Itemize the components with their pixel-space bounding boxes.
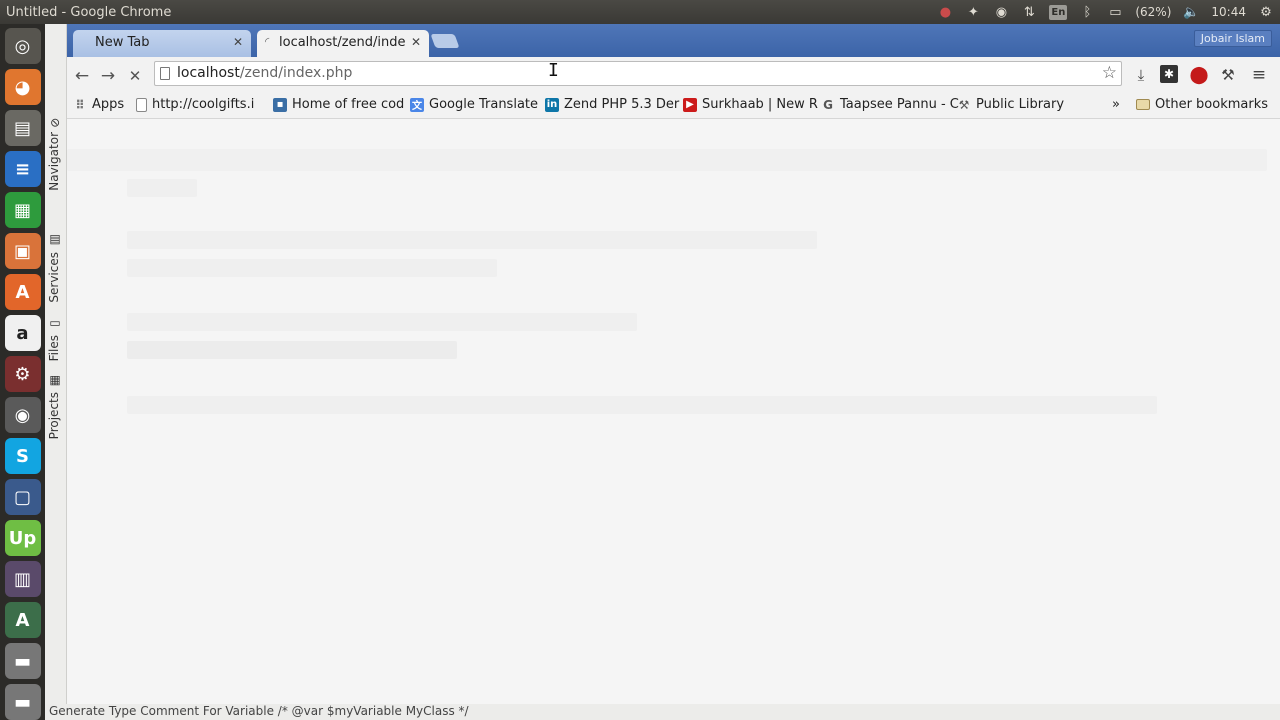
navigator-icon: ⊘ (48, 117, 62, 128)
tab-label: localhost/zend/inde (279, 35, 406, 50)
skype-icon[interactable]: S (4, 438, 41, 474)
url-text[interactable]: localhost/zend/index.php (177, 65, 352, 81)
launcher: ◎ ◕ ▤ ≡ ▦ ▣ A a ⚙ ◉ S ▢ Up ▥ A ▬ ▬ (0, 24, 45, 720)
chrome-tray-icon[interactable]: ◉ (993, 4, 1009, 20)
keyboard-layout-icon[interactable]: En (1049, 4, 1068, 20)
projects-icon: ▦ (48, 374, 62, 388)
chrome-window: New Tab ✕ ◜ localhost/zend/inde ✕ Jobair… (67, 24, 1280, 710)
bookmarks-overflow-chevron[interactable]: » (1112, 97, 1120, 112)
ide-tab-services[interactable]: Services ▤ (47, 234, 62, 303)
google-icon: G (823, 97, 833, 112)
ide-tab-projects[interactable]: Projects ▦ (47, 374, 62, 440)
close-icon[interactable]: ✕ (233, 35, 243, 49)
download-icon[interactable]: ⤓ (1131, 65, 1151, 85)
bookmark-public-library[interactable]: ⚒ Public Library (957, 97, 1064, 112)
ghost-line (127, 396, 1157, 414)
extension-icon[interactable]: ✱ (1160, 65, 1178, 83)
drive2-icon[interactable]: ▬ (4, 684, 41, 720)
ide-side-panel: Navigator ⊘ Services ▤ Files ▭ Projects … (45, 24, 67, 704)
profile-button[interactable]: Jobair Islam (1193, 30, 1272, 47)
page-content[interactable] (67, 119, 1280, 710)
network-icon[interactable]: ⇅ (1021, 4, 1037, 20)
tab-localhost[interactable]: ◜ localhost/zend/inde ✕ (257, 30, 429, 57)
forward-arrow-icon[interactable]: → (98, 66, 118, 86)
drive-icon[interactable]: ▬ (4, 643, 41, 679)
writer-icon[interactable]: ≡ (4, 151, 41, 187)
files-tab-icon: ▭ (48, 317, 62, 331)
linkedin-icon: in (545, 97, 559, 112)
virtualbox-icon[interactable]: ▢ (4, 479, 41, 515)
power-gear-icon[interactable]: ⚙ (1258, 4, 1274, 20)
close-icon[interactable]: ✕ (411, 35, 421, 49)
translate-icon: 文 (410, 97, 424, 112)
ghost-line (127, 313, 637, 331)
ghost-line (127, 231, 817, 249)
update-icon[interactable]: A (4, 602, 41, 638)
clock[interactable]: 10:44 (1211, 5, 1246, 19)
bookmark-zend-php[interactable]: in Zend PHP 5.3 Der (545, 97, 679, 112)
tab-new-tab[interactable]: New Tab ✕ (73, 30, 251, 57)
tab-strip: New Tab ✕ ◜ localhost/zend/inde ✕ Jobair… (67, 24, 1280, 57)
ghost-line (127, 179, 197, 197)
software-center-icon[interactable]: A (4, 274, 41, 310)
bookmark-google-translate[interactable]: 文 Google Translate (410, 97, 538, 112)
new-tab-button[interactable] (430, 34, 460, 48)
ide-tab-files[interactable]: Files ▭ (47, 317, 62, 362)
other-bookmarks[interactable]: Other bookmarks (1136, 97, 1268, 112)
firefox-icon[interactable]: ◕ (4, 69, 41, 105)
battery-icon[interactable]: ▭ (1107, 4, 1123, 20)
settings-icon[interactable]: ⚙ (4, 356, 41, 392)
stop-icon[interactable]: ✕ (125, 66, 145, 86)
bookmark-surkhaab[interactable]: ▶ Surkhaab | New R (683, 97, 818, 112)
bookmarks-bar: ⠿ Apps http://coolgifts.i ▪ Home of free… (67, 93, 1280, 119)
ide-tab-label: Projects (47, 392, 61, 440)
battery-percent: (62%) (1135, 5, 1172, 19)
bluetooth-icon[interactable]: ᛒ (1079, 4, 1095, 20)
loading-spinner-icon: ◜ (265, 35, 270, 48)
dash-icon[interactable]: ◎ (4, 28, 41, 64)
tools-icon[interactable]: ⚒ (1218, 65, 1238, 85)
ide-tab-navigator[interactable]: Navigator ⊘ (47, 116, 62, 191)
media-icon[interactable]: ▥ (4, 561, 41, 597)
text-cursor-icon: I (548, 60, 559, 81)
upwork-icon[interactable]: Up (4, 520, 41, 556)
address-bar[interactable]: localhost/zend/index.php ☆ (154, 61, 1122, 86)
system-tray: ● ✦ ◉ ⇅ En ᛒ ▭ (62%) 🔈 10:44 ⚙ (937, 0, 1280, 24)
bookmark-star-icon[interactable]: ☆ (1102, 63, 1117, 83)
bookmark-coolgifts[interactable]: http://coolgifts.i (136, 97, 254, 112)
ide-status-bar: Generate Type Comment For Variable /* @v… (45, 704, 1280, 720)
page-icon (160, 67, 170, 80)
youtube-icon: ▶ (683, 97, 697, 112)
library-icon: ⚒ (958, 97, 970, 112)
services-icon: ▤ (48, 234, 62, 248)
ghost-line (127, 341, 457, 359)
dropbox-icon[interactable]: ✦ (965, 4, 981, 20)
menu-icon[interactable]: ≡ (1249, 65, 1269, 85)
ghost-line (67, 149, 1267, 171)
files-icon[interactable]: ▤ (4, 110, 41, 146)
adblock-icon[interactable]: ⬤ (1189, 65, 1209, 85)
impress-icon[interactable]: ▣ (4, 233, 41, 269)
browser-toolbar: ← → ✕ localhost/zend/index.php ☆ ⤓ ✱ ⬤ ⚒… (67, 57, 1280, 93)
record-icon[interactable]: ● (937, 4, 953, 20)
folder-icon (1136, 99, 1150, 110)
bookmark-home-of-free-code[interactable]: ▪ Home of free cod (273, 97, 404, 112)
site-icon: ▪ (273, 97, 287, 112)
volume-icon[interactable]: 🔈 (1183, 4, 1199, 20)
ide-tab-label: Navigator (47, 132, 61, 191)
apps-grid-icon: ⠿ (75, 97, 85, 112)
chrome-icon[interactable]: ◉ (4, 397, 41, 433)
amazon-icon[interactable]: a (4, 315, 41, 351)
ghost-line (127, 259, 497, 277)
ide-tab-label: Services (47, 252, 61, 303)
back-arrow-icon[interactable]: ← (72, 66, 92, 86)
tab-label: New Tab (95, 35, 150, 50)
page-icon (136, 97, 147, 112)
bookmark-taapsee[interactable]: G Taapsee Pannu - C (821, 97, 959, 112)
system-top-panel: Untitled - Google Chrome ● ✦ ◉ ⇅ En ᛒ ▭ … (0, 0, 1280, 24)
ide-tab-label: Files (47, 335, 61, 362)
bookmark-apps[interactable]: ⠿ Apps (73, 97, 124, 112)
window-title: Untitled - Google Chrome (6, 4, 172, 20)
calc-icon[interactable]: ▦ (4, 192, 41, 228)
